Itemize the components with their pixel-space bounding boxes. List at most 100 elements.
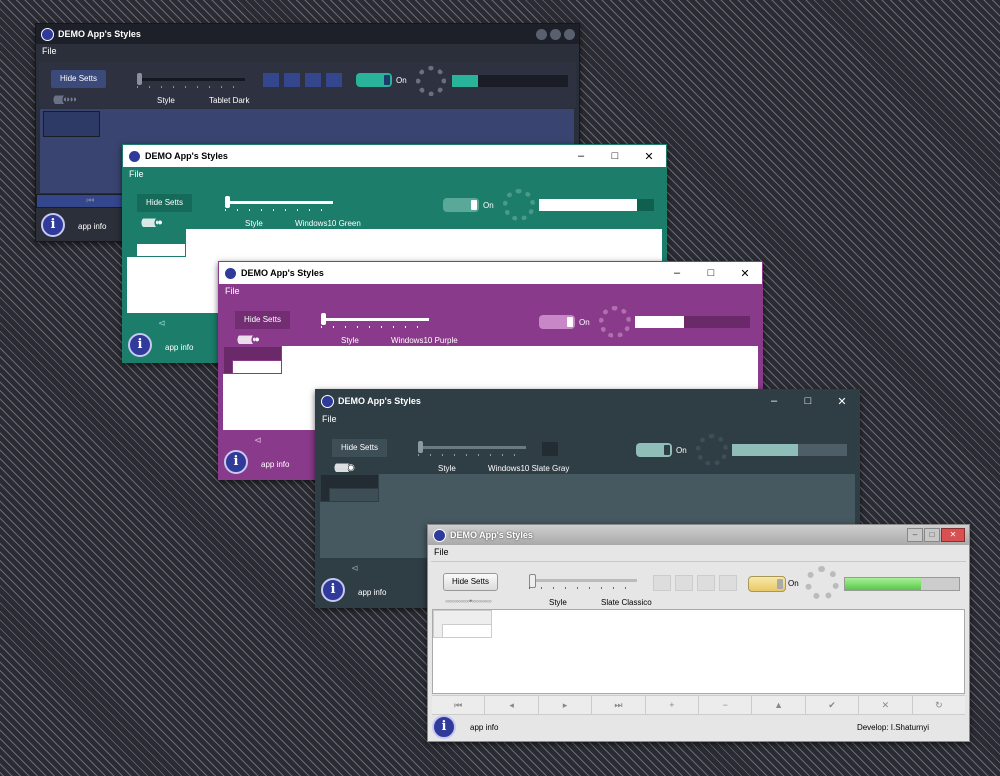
app-info-label: app info xyxy=(261,460,290,469)
on-toggle[interactable] xyxy=(443,198,479,212)
info-icon[interactable]: i xyxy=(128,333,152,357)
busy-spinner xyxy=(416,66,446,96)
progress-bar xyxy=(844,577,960,591)
nav-post-button[interactable]: ✔ xyxy=(806,696,860,714)
info-icon[interactable]: i xyxy=(224,450,248,474)
on-toggle[interactable] xyxy=(356,73,392,87)
nav-last-button[interactable]: ⏭ xyxy=(592,696,646,714)
style-label: Style xyxy=(245,219,263,228)
menu-file[interactable]: File xyxy=(322,414,337,424)
style-name: Slate Classico xyxy=(601,598,652,607)
app-logo-icon xyxy=(224,266,237,280)
style-label: Style xyxy=(157,96,175,105)
window-title: DEMO App's Styles xyxy=(145,151,228,161)
app-info-label: app info xyxy=(78,222,107,231)
style-dots: (((((((((((((◉ xyxy=(334,462,355,472)
style-slider[interactable] xyxy=(321,313,429,328)
status-bar: i app info Develop: I.Shaturnyi xyxy=(428,715,969,741)
window-slate-classico[interactable]: DEMO App's Styles – □ ✕ File Hide Setts … xyxy=(427,524,970,742)
progress-bar xyxy=(635,316,750,328)
minimize-icon[interactable]: – xyxy=(660,267,694,279)
color-swatch[interactable] xyxy=(697,575,715,591)
minimize-icon[interactable]: – xyxy=(757,395,791,407)
color-swatch[interactable] xyxy=(542,442,558,456)
nav-first-button[interactable]: ⊲ xyxy=(219,432,297,448)
color-swatch[interactable] xyxy=(719,575,737,591)
hide-setts-button[interactable]: Hide Setts xyxy=(51,70,106,88)
close-icon[interactable]: ✕ xyxy=(825,395,859,408)
color-swatch[interactable] xyxy=(326,73,342,87)
menu-bar: File xyxy=(428,545,969,559)
color-swatch[interactable] xyxy=(263,73,279,87)
menu-bar: File xyxy=(316,412,859,426)
menu-file[interactable]: File xyxy=(42,46,57,56)
data-grid[interactable] xyxy=(432,609,965,694)
nav-first-button[interactable]: ⊲ xyxy=(316,560,394,576)
close-icon[interactable]: ✕ xyxy=(941,528,965,542)
color-swatch[interactable] xyxy=(653,575,671,591)
nav-prev-button[interactable]: ◂ xyxy=(485,696,539,714)
style-slider[interactable] xyxy=(225,196,333,211)
nav-cancel-button[interactable]: ✕ xyxy=(859,696,913,714)
progress-bar xyxy=(732,444,847,456)
maximize-icon[interactable]: □ xyxy=(924,528,940,542)
title-bar[interactable]: DEMO App's Styles – □ ✕ xyxy=(316,390,859,412)
close-icon[interactable]: ✕ xyxy=(632,150,666,163)
menu-file[interactable]: File xyxy=(434,547,449,557)
color-swatch[interactable] xyxy=(284,73,300,87)
toggle-label: On xyxy=(676,446,687,455)
style-name: Windows10 Slate Gray xyxy=(488,464,570,473)
style-slider[interactable] xyxy=(137,73,245,88)
style-name: Tablet Dark xyxy=(209,96,250,105)
nav-delete-button[interactable]: − xyxy=(699,696,753,714)
maximize-icon[interactable]: □ xyxy=(791,395,825,407)
close-icon[interactable]: ✕ xyxy=(728,267,762,280)
progress-bar xyxy=(452,75,568,87)
color-swatch[interactable] xyxy=(305,73,321,87)
progress-bar xyxy=(539,199,654,211)
info-icon[interactable]: i xyxy=(432,715,456,739)
app-info-label: app info xyxy=(358,588,387,597)
menu-bar: File xyxy=(123,167,666,181)
nav-refresh-button[interactable]: ↻ xyxy=(913,696,965,714)
hide-setts-button[interactable]: Hide Setts xyxy=(235,311,290,329)
title-bar[interactable]: DEMO App's Styles – □ ✕ xyxy=(428,525,969,545)
nav-first-button[interactable]: ⊲ xyxy=(123,315,201,331)
minimize-icon[interactable]: – xyxy=(907,528,923,542)
hide-setts-button[interactable]: Hide Setts xyxy=(332,439,387,457)
hide-setts-button[interactable]: Hide Setts xyxy=(443,573,498,591)
info-icon[interactable]: i xyxy=(41,213,65,237)
menu-bar: File xyxy=(36,44,579,58)
minimize-icon[interactable] xyxy=(536,28,547,40)
info-icon[interactable]: i xyxy=(321,578,345,602)
style-slider[interactable] xyxy=(418,441,526,456)
hide-setts-button[interactable]: Hide Setts xyxy=(137,194,192,212)
on-toggle[interactable] xyxy=(748,576,786,592)
title-bar[interactable]: DEMO App's Styles – □ ✕ xyxy=(123,145,666,167)
progress-fill xyxy=(732,444,798,456)
menu-file[interactable]: File xyxy=(225,286,240,296)
nav-next-button[interactable]: ▸ xyxy=(539,696,593,714)
app-info-label: app info xyxy=(470,723,499,732)
menu-file[interactable]: File xyxy=(129,169,144,179)
close-icon[interactable] xyxy=(564,28,575,40)
minimize-icon[interactable]: – xyxy=(564,150,598,162)
nav-edit-button[interactable]: ▲ xyxy=(752,696,806,714)
nav-first-button[interactable]: ⏮ xyxy=(432,696,486,714)
maximize-icon[interactable]: □ xyxy=(694,267,728,279)
title-bar[interactable]: DEMO App's Styles xyxy=(36,24,579,44)
app-logo-icon xyxy=(321,394,334,408)
on-toggle[interactable] xyxy=(636,443,672,457)
style-dots: (((((((((((((◖● xyxy=(141,217,163,227)
window-title: DEMO App's Styles xyxy=(450,530,533,540)
style-name: Windows10 Purple xyxy=(391,336,458,345)
nav-add-button[interactable]: + xyxy=(646,696,700,714)
on-toggle[interactable] xyxy=(539,315,575,329)
maximize-icon[interactable]: □ xyxy=(598,150,632,162)
style-slider[interactable] xyxy=(529,574,637,589)
window-title: DEMO App's Styles xyxy=(58,29,141,39)
title-bar[interactable]: DEMO App's Styles – □ ✕ xyxy=(219,262,762,284)
color-swatch[interactable] xyxy=(675,575,693,591)
maximize-icon[interactable] xyxy=(550,28,561,40)
busy-spinner xyxy=(805,566,839,600)
